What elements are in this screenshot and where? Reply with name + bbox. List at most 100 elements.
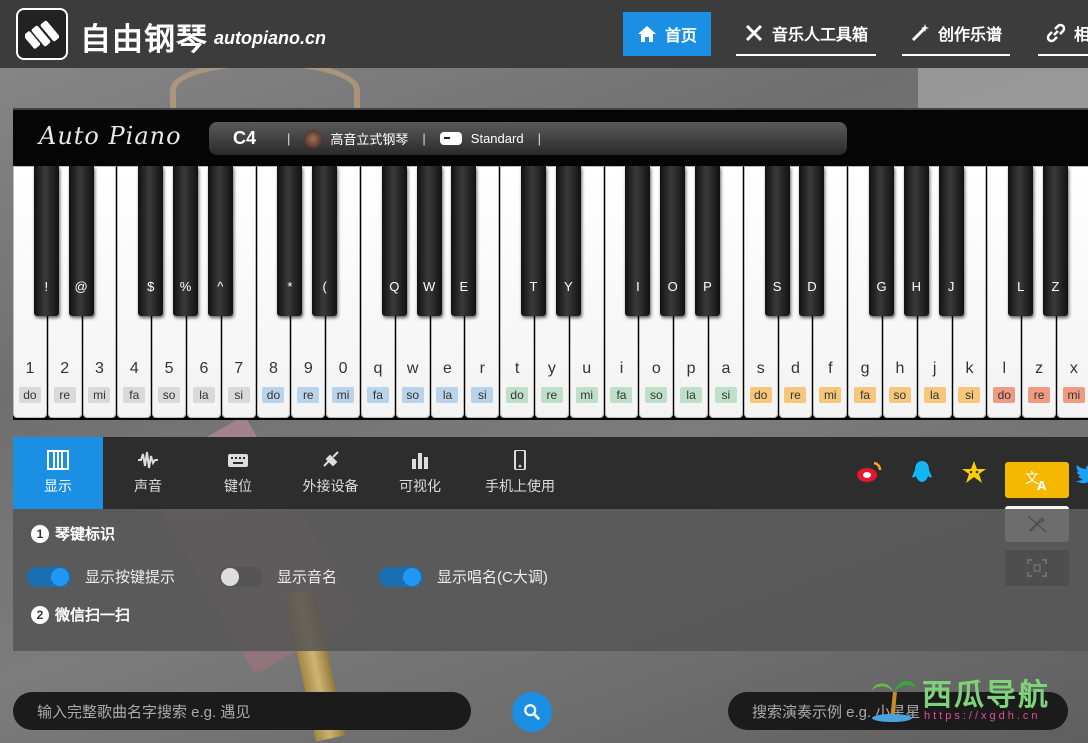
black-key[interactable]: E bbox=[451, 166, 477, 316]
watermark-url: https://xgdh.cn bbox=[924, 710, 1041, 722]
black-key[interactable]: % bbox=[173, 166, 198, 316]
display-settings-panel: 1 琴键标识 显示按键提示 显示音名 显示唱名(C大调) 2 微信扫一扫 bbox=[13, 509, 1088, 651]
solfege-label: mi bbox=[575, 387, 598, 403]
black-key[interactable]: P bbox=[695, 166, 720, 316]
key-hint-label: J bbox=[947, 279, 955, 294]
piano: Auto Piano C4 | 高音立式钢琴 | Standard | 1 do 2… bbox=[13, 108, 1088, 420]
solfege-label: re bbox=[297, 387, 320, 403]
solfege-label: so bbox=[401, 387, 424, 403]
tab-sound-label: 声音 bbox=[134, 478, 162, 494]
site-logo[interactable] bbox=[16, 8, 68, 60]
solfege-label: la bbox=[192, 387, 215, 403]
key-hint-label: z bbox=[1035, 360, 1044, 377]
solfege-label: do bbox=[749, 387, 772, 403]
toggle-label: 显示按键提示 bbox=[85, 569, 176, 586]
nav-compose-score-label: 创作乐谱 bbox=[938, 27, 1003, 44]
nav-music-tools[interactable]: 音乐人工具箱 bbox=[736, 12, 877, 56]
qq-icon[interactable] bbox=[909, 459, 935, 485]
nav-related[interactable]: 相 bbox=[1038, 12, 1088, 56]
tab-display[interactable]: 显示 bbox=[13, 437, 103, 509]
key-hint-label: ( bbox=[322, 279, 327, 294]
solfege-label: re bbox=[784, 387, 807, 403]
tab-external-device[interactable]: 外接设备 bbox=[288, 437, 373, 509]
black-key[interactable]: * bbox=[277, 166, 303, 316]
solfege-label: fa bbox=[854, 387, 877, 403]
section-wechat-scan: 2 微信扫一扫 bbox=[31, 604, 130, 625]
black-key[interactable]: I bbox=[625, 166, 651, 316]
black-key[interactable]: ! bbox=[33, 166, 59, 316]
black-key[interactable]: Z bbox=[1043, 166, 1068, 316]
home-icon bbox=[638, 26, 656, 42]
plug-icon bbox=[322, 451, 339, 467]
translate-button[interactable]: 文A bbox=[1005, 462, 1069, 498]
key-hint-label: f bbox=[828, 360, 833, 377]
black-key[interactable]: @ bbox=[68, 166, 94, 316]
toggle-key-hints[interactable]: 显示按键提示 bbox=[27, 566, 175, 587]
toggle-solfege[interactable]: 显示唱名(C大调) bbox=[379, 566, 548, 587]
site-domain: autopiano.cn bbox=[214, 28, 326, 48]
key-hint-label: l bbox=[1002, 360, 1007, 377]
key-hint-label: 4 bbox=[129, 360, 139, 377]
tab-sound[interactable]: 声音 bbox=[113, 437, 183, 509]
toggle-note-names[interactable]: 显示音名 bbox=[219, 566, 337, 587]
solfege-label: fa bbox=[366, 387, 389, 403]
key-hint-label: @ bbox=[74, 279, 88, 294]
site-title[interactable]: 自由钢琴 bbox=[80, 14, 208, 59]
black-key[interactable]: $ bbox=[138, 166, 164, 316]
key-hint-label: d bbox=[791, 360, 800, 377]
solfege-label: mi bbox=[88, 387, 111, 403]
black-key[interactable]: J bbox=[938, 166, 964, 316]
tab-mobile[interactable]: 手机上使用 bbox=[475, 437, 565, 509]
key-hint-label: ! bbox=[44, 279, 49, 294]
black-key[interactable]: G bbox=[869, 166, 894, 316]
switch[interactable] bbox=[27, 566, 71, 587]
black-key[interactable]: T bbox=[521, 166, 546, 316]
black-key[interactable]: S bbox=[764, 166, 790, 316]
key-hint-label: j bbox=[932, 360, 937, 377]
key-hint-label: g bbox=[860, 360, 870, 377]
section-number: 2 bbox=[31, 605, 49, 624]
switch[interactable] bbox=[379, 566, 423, 587]
key-hint-label: y bbox=[547, 360, 556, 377]
keymap-mode[interactable]: Standard bbox=[471, 131, 524, 146]
black-key[interactable]: ( bbox=[312, 166, 338, 316]
black-key[interactable]: O bbox=[660, 166, 686, 316]
black-key[interactable]: Y bbox=[555, 166, 581, 316]
tab-visualization[interactable]: 可视化 bbox=[385, 437, 455, 509]
black-key[interactable]: ^ bbox=[207, 166, 233, 316]
magic-wand-icon bbox=[911, 24, 929, 42]
key-hint-label: Q bbox=[389, 279, 400, 294]
piano-keys-icon bbox=[47, 450, 69, 470]
nav-compose-score[interactable]: 创作乐谱 bbox=[902, 12, 1011, 56]
black-key[interactable]: H bbox=[903, 166, 929, 316]
svg-text:A: A bbox=[1037, 479, 1047, 491]
key-hint-label: 1 bbox=[25, 360, 35, 377]
translate-icon: 文A bbox=[1025, 471, 1047, 491]
qzone-star-icon[interactable] bbox=[961, 459, 987, 485]
tab-visualization-label: 可视化 bbox=[399, 478, 441, 494]
key-hint-label: L bbox=[1017, 279, 1025, 294]
solfege-label: fa bbox=[610, 387, 633, 403]
tab-mobile-label: 手机上使用 bbox=[485, 478, 555, 494]
weibo-icon[interactable] bbox=[856, 459, 882, 485]
nav-home[interactable]: 首页 bbox=[623, 12, 712, 56]
key-hint-label: i bbox=[619, 360, 624, 377]
solfege-label: mi bbox=[819, 387, 842, 403]
solfege-label: re bbox=[540, 387, 563, 403]
black-key[interactable]: L bbox=[1008, 166, 1034, 316]
tab-keymap[interactable]: 键位 bbox=[203, 437, 273, 509]
key-hint-label: k bbox=[965, 360, 974, 377]
twitter-icon[interactable] bbox=[1073, 461, 1088, 487]
solfege-label: so bbox=[645, 387, 668, 403]
black-key[interactable]: Q bbox=[381, 166, 407, 316]
black-key[interactable]: W bbox=[416, 166, 442, 316]
black-key[interactable]: D bbox=[799, 166, 825, 316]
song-search-input[interactable]: 输入完整歌曲名字搜索 e.g. 遇见 bbox=[13, 692, 471, 730]
top-navigation-bar: 自由钢琴 autopiano.cn 首页 音乐人工具箱 创作乐谱 相 bbox=[0, 0, 1088, 68]
switch[interactable] bbox=[219, 566, 263, 587]
solfege-label: la bbox=[680, 387, 703, 403]
piano-logo-icon bbox=[25, 20, 59, 49]
instrument-name[interactable]: 高音立式钢琴 bbox=[330, 129, 408, 148]
key-hint-label: w bbox=[406, 360, 419, 377]
search-button[interactable] bbox=[512, 692, 552, 732]
